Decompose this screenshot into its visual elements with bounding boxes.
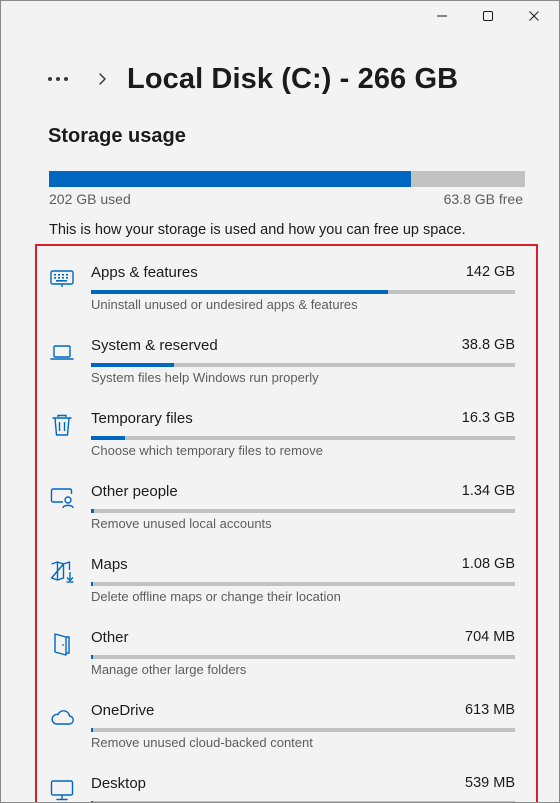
category-name: Maps — [91, 556, 128, 573]
map-icon — [49, 558, 75, 584]
category-item-other-people[interactable]: Other people 1.34 GB Remove unused local a… — [37, 465, 536, 538]
category-size: 1.08 GB — [461, 556, 515, 572]
breadcrumb: Local Disk (C:) - 266 GB — [48, 59, 458, 99]
category-subtitle: Choose which temporary files to remove — [91, 443, 323, 458]
category-usage-bar — [91, 436, 515, 440]
category-usage-fill — [91, 655, 93, 659]
category-usage-fill — [91, 363, 174, 367]
category-name: System & reserved — [91, 337, 218, 354]
desktop-icon — [49, 777, 75, 802]
section-title: Storage usage — [48, 125, 186, 147]
free-label: 63.8 GB free — [443, 191, 523, 207]
category-usage-fill — [91, 582, 94, 586]
category-usage-bar — [91, 655, 515, 659]
category-item-maps[interactable]: Maps 1.08 GB Delete offline maps or change… — [37, 538, 536, 611]
category-usage-bar — [91, 363, 515, 367]
category-usage-bar — [91, 728, 515, 732]
category-subtitle: Remove unused cloud-backed content — [91, 735, 313, 750]
category-size: 16.3 GB — [461, 410, 515, 426]
category-item-apps-features[interactable]: Apps & features 142 GB Uninstall unused or… — [37, 246, 536, 319]
category-usage-fill — [91, 436, 125, 440]
category-size: 1.34 GB — [461, 483, 515, 499]
category-size: 38.8 GB — [461, 337, 515, 353]
category-size: 142 GB — [465, 264, 515, 280]
person-screen-icon — [49, 485, 75, 511]
settings-window: Local Disk (C:) - 266 GB Storage usage 2… — [0, 0, 560, 803]
minimize-icon — [437, 15, 447, 17]
category-subtitle: System files help Windows run properly — [91, 370, 319, 385]
category-name: Other people — [91, 483, 178, 500]
category-subtitle: Manage other large folders — [91, 662, 247, 677]
category-name: Temporary files — [91, 410, 193, 427]
close-icon — [529, 11, 539, 21]
category-list: Apps & features 142 GB Uninstall unused or… — [37, 246, 536, 802]
category-usage-fill — [91, 509, 94, 513]
category-size: 704 MB — [465, 629, 515, 645]
category-subtitle: Delete offline maps or change their loca… — [91, 589, 341, 604]
maximize-icon — [483, 11, 493, 21]
folder-icon — [49, 631, 75, 657]
category-name: Apps & features — [91, 264, 198, 281]
category-name: OneDrive — [91, 702, 155, 719]
storage-description: This is how your storage is used and how… — [49, 222, 466, 238]
category-usage-bar — [91, 509, 515, 513]
minimize-button[interactable] — [419, 1, 465, 31]
used-label: 202 GB used — [49, 191, 131, 207]
page-title: Local Disk (C:) - 266 GB — [127, 62, 459, 95]
close-button[interactable] — [511, 1, 557, 31]
category-item-desktop[interactable]: Desktop 539 MB — [37, 757, 536, 802]
storage-usage-fill — [49, 171, 411, 187]
apps-icon — [49, 266, 75, 292]
category-usage-bar — [91, 582, 515, 586]
category-item-system-reserved[interactable]: System & reserved 38.8 GB System files hel… — [37, 319, 536, 392]
category-subtitle: Remove unused local accounts — [91, 516, 272, 531]
category-item-onedrive[interactable]: OneDrive 613 MB Remove unused cloud-backed… — [37, 684, 536, 757]
trash-icon — [49, 412, 75, 438]
category-name: Other — [91, 629, 129, 646]
storage-usage-bar — [49, 171, 525, 187]
category-item-temporary-files[interactable]: Temporary files 16.3 GB Choose which tempo… — [37, 392, 536, 465]
category-item-other[interactable]: Other 704 MB Manage other large folders — [37, 611, 536, 684]
category-usage-bar — [91, 290, 515, 294]
laptop-icon — [49, 339, 75, 365]
maximize-button[interactable] — [465, 1, 511, 31]
category-size: 613 MB — [465, 702, 515, 718]
category-subtitle: Uninstall unused or undesired apps & fea… — [91, 297, 358, 312]
chevron-right-icon — [99, 73, 106, 85]
category-name: Desktop — [91, 775, 147, 792]
cloud-icon — [49, 704, 75, 730]
category-usage-fill — [91, 290, 388, 294]
more-horizontal-icon[interactable] — [48, 64, 78, 94]
category-size: 539 MB — [465, 775, 515, 791]
category-usage-fill — [91, 728, 93, 732]
